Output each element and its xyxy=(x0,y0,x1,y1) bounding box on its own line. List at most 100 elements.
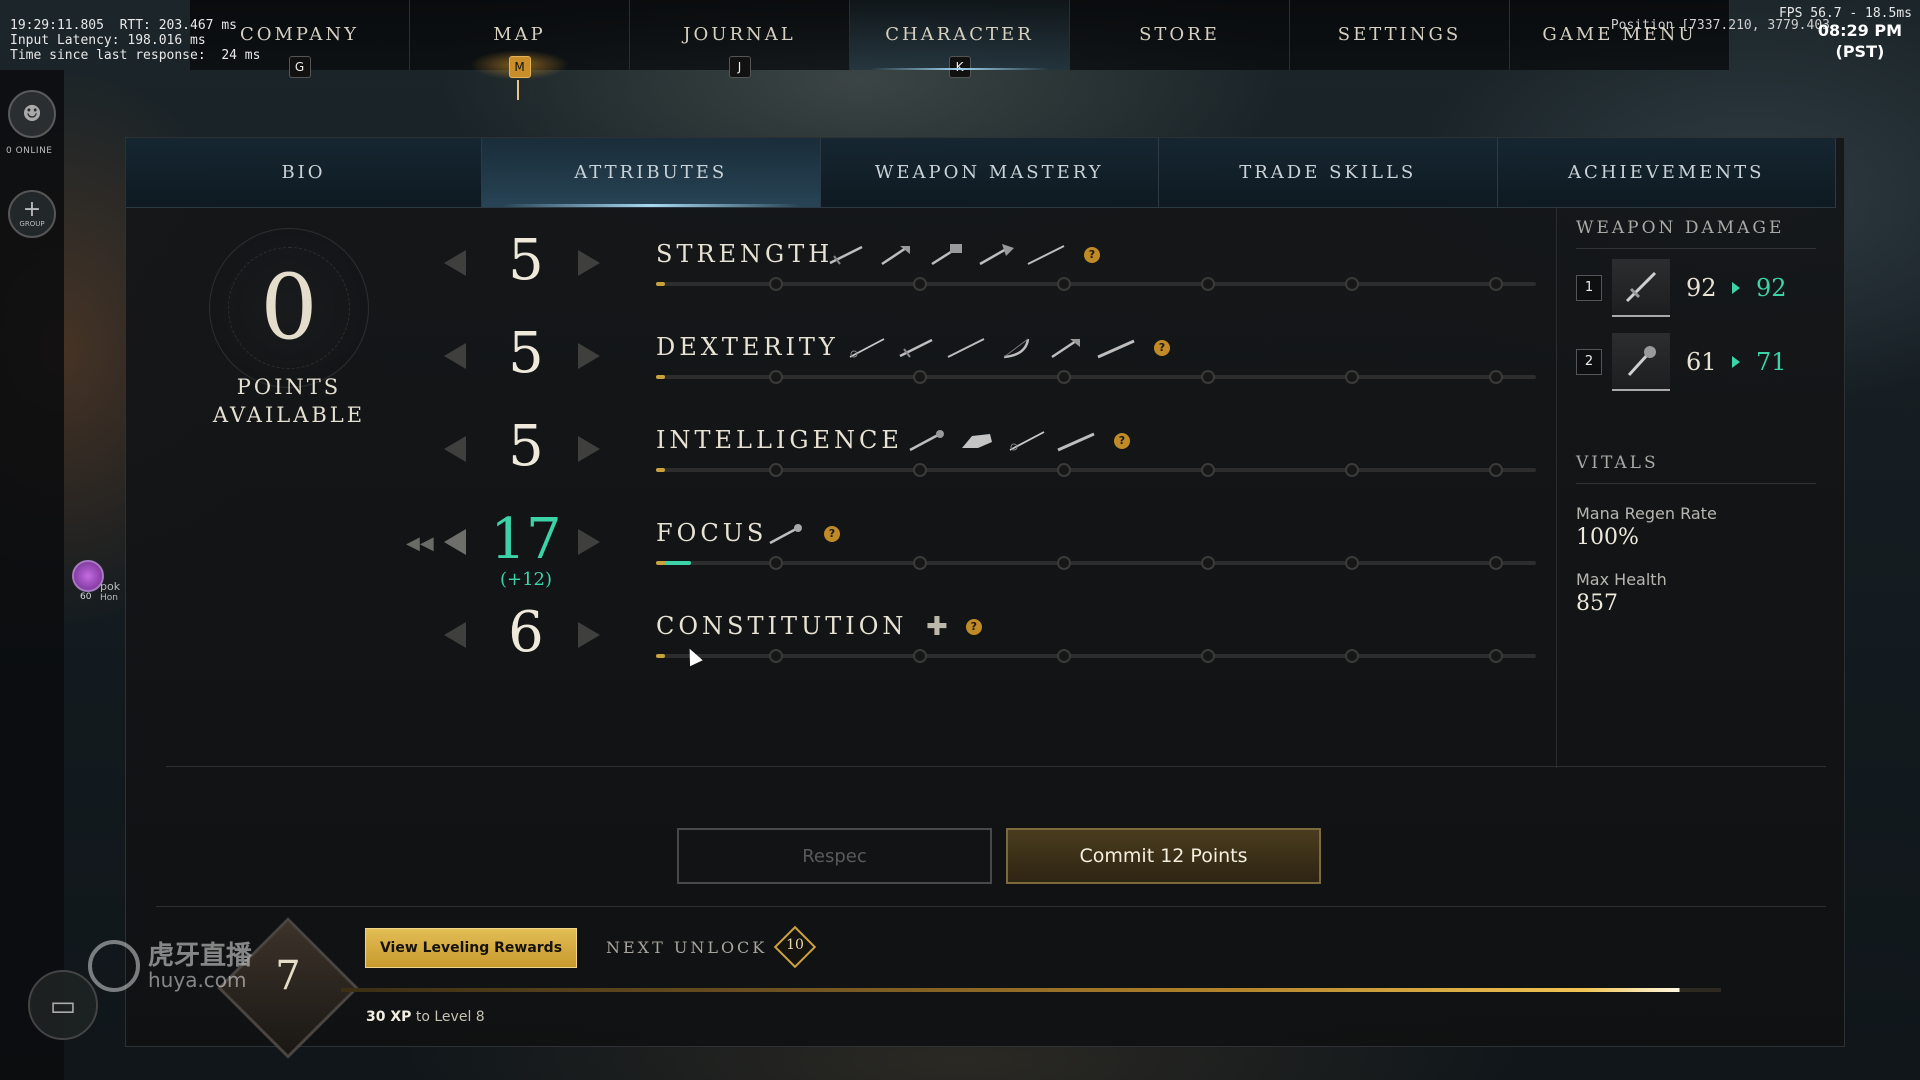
threshold-node[interactable] xyxy=(1057,370,1071,384)
stream-watermark: 虎牙直播 huya.com xyxy=(88,940,252,992)
attribute-name: FOCUS xyxy=(656,519,768,547)
increase-attribute-button[interactable] xyxy=(578,343,600,369)
nav-settings-label: SETTINGS xyxy=(1337,24,1462,45)
threshold-node[interactable] xyxy=(1489,370,1503,384)
threshold-node[interactable] xyxy=(913,649,927,663)
threshold-node[interactable] xyxy=(1057,277,1071,291)
group-member-name: pok Hon xyxy=(100,580,120,603)
leveling-divider xyxy=(156,906,1826,907)
nav-game-menu[interactable]: GAME MENU xyxy=(1510,0,1730,70)
sword-icon xyxy=(1612,259,1670,317)
threshold-node[interactable] xyxy=(1489,649,1503,663)
threshold-node[interactable] xyxy=(1057,556,1071,570)
spear-icon xyxy=(946,337,986,359)
tab-weapon-mastery[interactable]: WEAPON MASTERY xyxy=(821,138,1159,207)
increase-attribute-button[interactable] xyxy=(578,436,600,462)
tab-bio[interactable]: BIO xyxy=(126,138,482,207)
character-subtabs: BIO ATTRIBUTES WEAPON MASTERY TRADE SKIL… xyxy=(126,138,1836,208)
musket-icon xyxy=(1056,430,1096,452)
help-icon[interactable]: ? xyxy=(1154,340,1170,356)
attribute-progress-track xyxy=(656,370,1536,384)
nav-journal[interactable]: JOURNAL J xyxy=(630,0,850,78)
threshold-node[interactable] xyxy=(1489,463,1503,477)
vital-max-health-label: Max Health xyxy=(1576,570,1667,589)
rapier-icon xyxy=(846,337,886,359)
attribute-name: STRENGTH xyxy=(656,240,834,268)
threshold-node[interactable] xyxy=(1201,277,1215,291)
attribute-value: 6 xyxy=(508,600,544,665)
watermark-en: huya.com xyxy=(148,968,247,992)
threshold-node[interactable] xyxy=(1057,463,1071,477)
threshold-node[interactable] xyxy=(1489,556,1503,570)
tab-trade-skills[interactable]: TRADE SKILLS xyxy=(1159,138,1498,207)
threshold-node[interactable] xyxy=(1345,277,1359,291)
next-unlock-level: 10 xyxy=(786,937,804,953)
group-button[interactable]: + GROUP xyxy=(8,190,56,238)
help-icon[interactable]: ? xyxy=(1114,433,1130,449)
threshold-node[interactable] xyxy=(769,556,783,570)
view-leveling-rewards-button[interactable]: View Leveling Rewards xyxy=(365,928,577,968)
nav-character[interactable]: CHARACTER K xyxy=(850,0,1070,78)
increase-attribute-button[interactable] xyxy=(578,622,600,648)
reset-attribute-icon[interactable]: ◀◀ xyxy=(406,533,434,554)
attribute-value: 5 xyxy=(508,321,544,386)
threshold-node[interactable] xyxy=(1201,556,1215,570)
help-icon[interactable]: ? xyxy=(824,526,840,542)
threshold-node[interactable] xyxy=(1201,649,1215,663)
tab-attributes[interactable]: ATTRIBUTES xyxy=(482,138,821,207)
attribute-weapon-icons: ? xyxy=(846,337,1170,359)
decrease-attribute-button[interactable] xyxy=(444,529,466,555)
threshold-node[interactable] xyxy=(769,370,783,384)
increase-attribute-button[interactable] xyxy=(578,529,600,555)
attribute-weapon-icons: ? xyxy=(906,430,1130,452)
health-plus-icon: ✚ xyxy=(926,612,948,642)
gauntlet-icon xyxy=(956,430,996,452)
nav-settings[interactable]: SETTINGS xyxy=(1290,0,1510,70)
rapier-icon xyxy=(1006,430,1046,452)
xp-progress-bar xyxy=(341,988,1721,992)
threshold-node[interactable] xyxy=(1345,463,1359,477)
vital-mana-regen-label: Mana Regen Rate xyxy=(1576,504,1717,523)
weapon-damage-current: 61 xyxy=(1686,348,1717,376)
watermark-text: 虎牙直播 huya.com xyxy=(148,942,252,990)
threshold-node[interactable] xyxy=(913,370,927,384)
nav-company-key: G xyxy=(288,56,311,78)
decrease-attribute-button[interactable] xyxy=(444,622,466,648)
threshold-node[interactable] xyxy=(913,463,927,477)
life-staff-icon xyxy=(766,523,806,545)
threshold-node[interactable] xyxy=(1345,649,1359,663)
respec-button[interactable]: Respec xyxy=(677,828,992,884)
attribute-progress-fill xyxy=(656,561,692,565)
threshold-node[interactable] xyxy=(913,556,927,570)
attribute-bonus: (+12) xyxy=(499,569,553,590)
threshold-node[interactable] xyxy=(769,649,783,663)
attribute-row-strength: 5 STRENGTH? xyxy=(126,228,1556,318)
threshold-node[interactable] xyxy=(1057,649,1071,663)
tab-achievements[interactable]: ACHIEVEMENTS xyxy=(1498,138,1836,207)
great-axe-icon xyxy=(976,244,1016,266)
vital-max-health-value: 857 xyxy=(1576,591,1618,616)
clock: 08:29 PM (PST) xyxy=(1818,20,1902,62)
nav-map[interactable]: MAP M xyxy=(410,0,630,80)
decrease-attribute-button[interactable] xyxy=(444,343,466,369)
threshold-node[interactable] xyxy=(1201,463,1215,477)
threshold-node[interactable] xyxy=(913,277,927,291)
threshold-node[interactable] xyxy=(1489,277,1503,291)
nav-store[interactable]: STORE xyxy=(1070,0,1290,70)
decrease-attribute-button[interactable] xyxy=(444,250,466,276)
help-icon[interactable]: ? xyxy=(1084,247,1100,263)
threshold-node[interactable] xyxy=(769,463,783,477)
threshold-node[interactable] xyxy=(1345,556,1359,570)
position-readout: Position [7337.210, 3779.403 xyxy=(1610,18,1830,33)
decrease-attribute-button[interactable] xyxy=(444,436,466,462)
commit-points-button[interactable]: Commit 12 Points xyxy=(1006,828,1321,884)
threshold-node[interactable] xyxy=(769,277,783,291)
increase-attribute-button[interactable] xyxy=(578,250,600,276)
xp-suffix: to Level 8 xyxy=(411,1009,485,1025)
character-panel: BIO ATTRIBUTES WEAPON MASTERY TRADE SKIL… xyxy=(125,137,1845,1059)
friends-icon[interactable]: ☻ xyxy=(8,90,56,138)
threshold-node[interactable] xyxy=(1201,370,1215,384)
arrow-right-icon xyxy=(1732,356,1740,368)
threshold-node[interactable] xyxy=(1345,370,1359,384)
help-icon[interactable]: ? xyxy=(965,619,982,635)
